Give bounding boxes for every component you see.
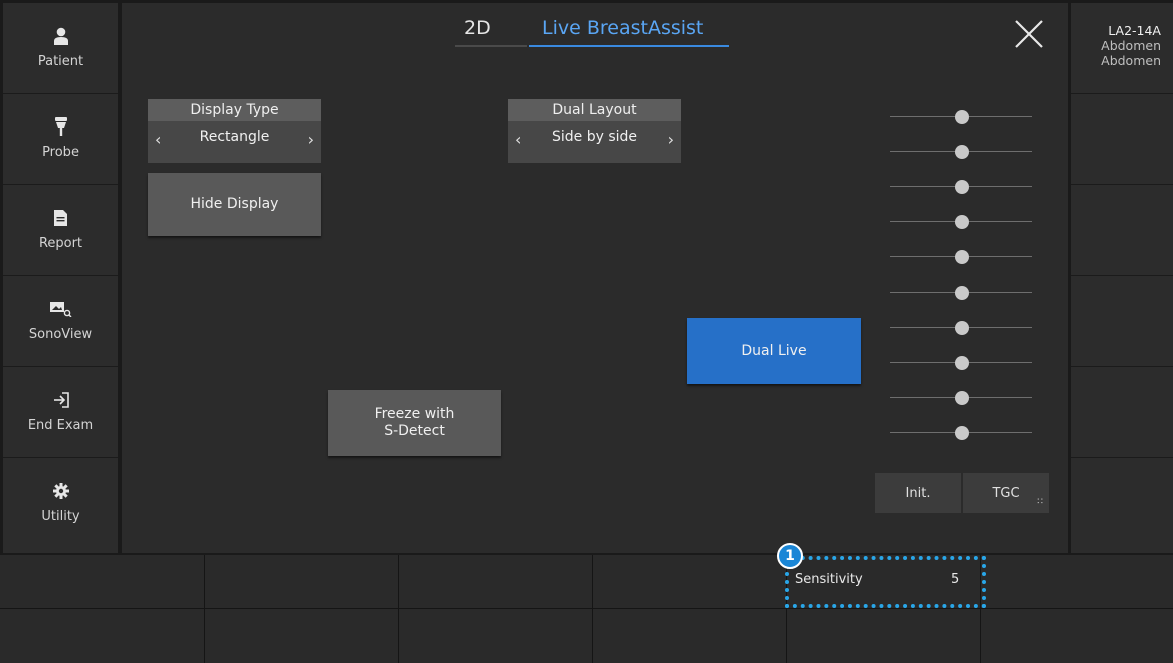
sidebar-item-label: Utility bbox=[41, 509, 80, 524]
tgc-slider-9[interactable] bbox=[890, 391, 1032, 405]
callout-highlight-box bbox=[785, 556, 986, 608]
sidebar-item-label: Report bbox=[38, 236, 83, 251]
tgc-knob[interactable] bbox=[955, 356, 969, 370]
hide-display-button[interactable]: Hide Display bbox=[148, 173, 321, 236]
display-type-title: Display Type bbox=[148, 99, 321, 121]
tab-2d-underline bbox=[455, 45, 527, 47]
patient-icon bbox=[53, 26, 69, 46]
probe-name: LA2-14A bbox=[1108, 23, 1161, 38]
sidebar-item-patient[interactable]: Patient bbox=[3, 3, 118, 94]
tgc-slider-3[interactable] bbox=[890, 180, 1032, 194]
tgc-knob[interactable] bbox=[955, 145, 969, 159]
freeze-button-line2: S-Detect bbox=[384, 423, 445, 439]
grid-dots-icon: ∷ bbox=[1037, 497, 1043, 507]
tgc-slider-4[interactable] bbox=[890, 215, 1032, 229]
softkey[interactable] bbox=[399, 609, 593, 663]
sidebar-item-probe[interactable]: Probe bbox=[3, 94, 118, 185]
softkey[interactable] bbox=[593, 555, 787, 609]
tab-active-underline bbox=[529, 45, 729, 47]
callout-number-badge: 1 bbox=[777, 543, 803, 569]
sidebar-item-report[interactable]: Report bbox=[3, 185, 118, 276]
tgc-slider-5[interactable] bbox=[890, 250, 1032, 264]
tgc-slider-1[interactable] bbox=[890, 110, 1032, 124]
dual-layout-selector[interactable]: Dual Layout ‹ Side by side › bbox=[508, 99, 681, 163]
softkey[interactable] bbox=[205, 609, 399, 663]
probe-info[interactable]: LA2-14A Abdomen Abdomen bbox=[1071, 3, 1173, 94]
freeze-button-line1: Freeze with bbox=[374, 406, 455, 422]
sidebar-item-sonoview[interactable]: SonoView bbox=[3, 276, 118, 367]
right-panel-cell[interactable] bbox=[1071, 367, 1173, 458]
report-icon bbox=[54, 208, 67, 228]
tgc-knob[interactable] bbox=[955, 426, 969, 440]
tgc-knob[interactable] bbox=[955, 110, 969, 124]
softkey[interactable] bbox=[399, 555, 593, 609]
probe-icon bbox=[54, 117, 67, 137]
tgc-slider-10[interactable] bbox=[890, 426, 1032, 440]
chevron-right-icon[interactable]: › bbox=[668, 130, 674, 149]
softkey[interactable] bbox=[593, 609, 787, 663]
display-type-selector[interactable]: Display Type ‹ Rectangle › bbox=[148, 99, 321, 163]
end-exam-icon bbox=[53, 390, 69, 410]
sidebar-item-label: End Exam bbox=[27, 418, 94, 433]
main-panel: 2D Live BreastAssist Display Type ‹ Rect… bbox=[122, 3, 1068, 553]
gear-icon bbox=[52, 481, 69, 501]
tgc-slider-6[interactable] bbox=[890, 286, 1032, 300]
tgc-button[interactable]: TGC ∷ bbox=[963, 473, 1049, 513]
right-panel: LA2-14A Abdomen Abdomen bbox=[1071, 3, 1173, 553]
sidebar-item-utility[interactable]: Utility bbox=[3, 458, 118, 549]
sidebar-item-label: SonoView bbox=[28, 327, 93, 342]
softkey[interactable] bbox=[0, 555, 205, 609]
dual-live-button[interactable]: Dual Live bbox=[687, 318, 861, 384]
tgc-knob[interactable] bbox=[955, 321, 969, 335]
tgc-label: TGC bbox=[992, 485, 1020, 501]
tgc-knob[interactable] bbox=[955, 286, 969, 300]
tgc-slider-2[interactable] bbox=[890, 145, 1032, 159]
softkey[interactable] bbox=[0, 609, 205, 663]
softkey[interactable] bbox=[981, 609, 1173, 663]
sidebar-item-label: Patient bbox=[37, 54, 84, 69]
right-panel-cell[interactable] bbox=[1071, 276, 1173, 367]
tgc-knob[interactable] bbox=[955, 250, 969, 264]
probe-preset: Abdomen bbox=[1101, 38, 1161, 53]
probe-application: Abdomen bbox=[1101, 53, 1161, 68]
display-type-value: Rectangle bbox=[199, 129, 270, 145]
sidebar-item-label: Probe bbox=[42, 145, 79, 160]
dual-layout-title: Dual Layout bbox=[508, 99, 681, 121]
right-panel-cell[interactable] bbox=[1071, 185, 1173, 276]
tgc-slider-8[interactable] bbox=[890, 356, 1032, 370]
softkey[interactable] bbox=[981, 555, 1173, 609]
softkey[interactable] bbox=[787, 609, 981, 663]
tgc-knob[interactable] bbox=[955, 215, 969, 229]
chevron-right-icon[interactable]: › bbox=[308, 130, 314, 149]
tgc-slider-7[interactable] bbox=[890, 321, 1032, 335]
softkey-bar bbox=[0, 555, 1173, 663]
dual-layout-value: Side by side bbox=[551, 129, 638, 145]
right-panel-cell[interactable] bbox=[1071, 458, 1173, 549]
left-sidebar: Patient Probe Report SonoView End Exam U… bbox=[3, 3, 118, 553]
close-icon[interactable] bbox=[1012, 17, 1046, 51]
tab-2d[interactable]: 2D bbox=[464, 17, 491, 39]
tgc-knob[interactable] bbox=[955, 391, 969, 405]
tab-live-breastassist[interactable]: Live BreastAssist bbox=[542, 17, 703, 39]
sonoview-icon bbox=[49, 299, 72, 319]
softkey[interactable] bbox=[205, 555, 399, 609]
sidebar-item-end-exam[interactable]: End Exam bbox=[3, 367, 118, 458]
freeze-with-s-detect-button[interactable]: Freeze with S-Detect bbox=[328, 390, 501, 456]
init-button[interactable]: Init. bbox=[875, 473, 961, 513]
tgc-knob[interactable] bbox=[955, 180, 969, 194]
right-panel-cell[interactable] bbox=[1071, 94, 1173, 185]
